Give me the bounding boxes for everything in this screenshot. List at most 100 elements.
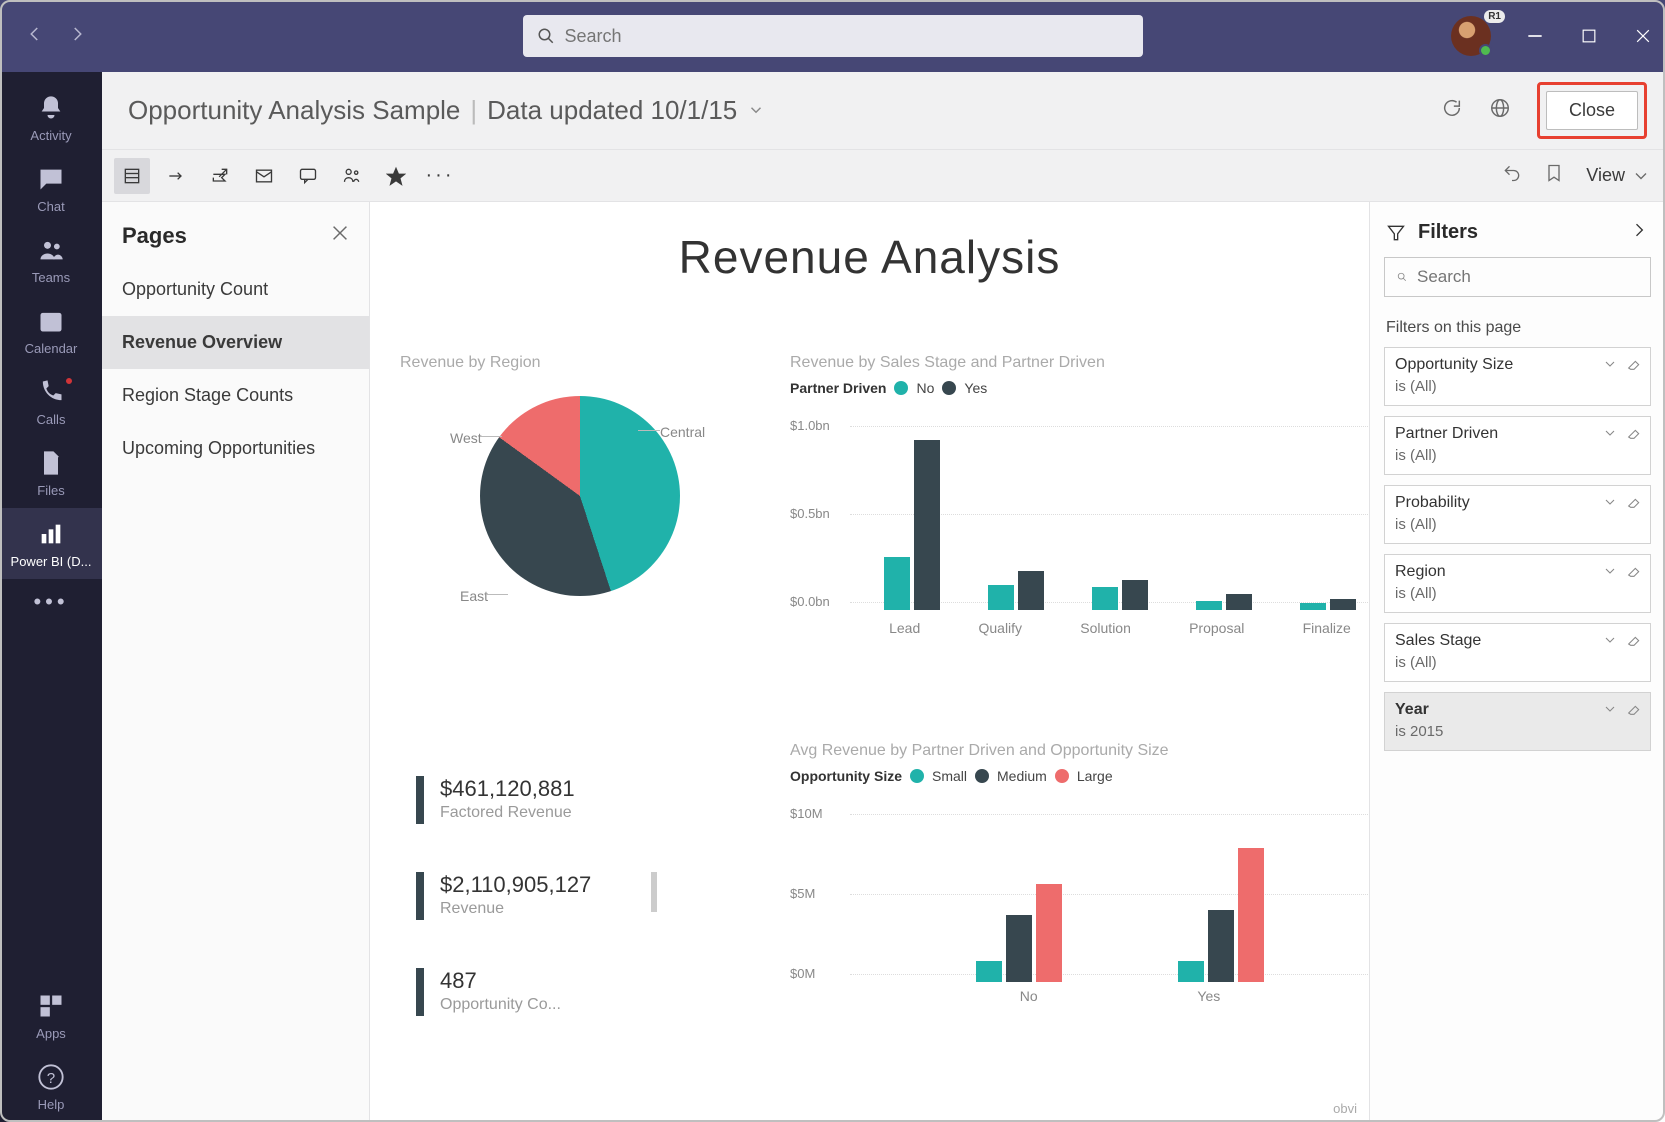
global-search[interactable] [523,15,1143,57]
rail-calls[interactable]: Calls [0,366,102,437]
subscribe-button[interactable] [246,158,282,194]
main-area: Opportunity Analysis Sample | Data updat… [102,72,1665,1122]
rail-label: Calendar [25,341,78,356]
rail-powerbi[interactable]: Power BI (D... [0,508,102,579]
report-toolbar: ··· View [102,150,1665,202]
svg-text:?: ? [47,1070,55,1087]
chevron-down-icon [1602,701,1618,717]
chevron-down-icon [1602,494,1618,510]
rail-label: Help [38,1097,65,1112]
close-highlight: Close [1537,82,1647,139]
pie-label-east: East [460,588,488,604]
kpi-card[interactable]: 487Opportunity Co... [416,968,746,1016]
window-maximize-button[interactable] [1579,26,1599,46]
chevron-down-icon [1602,632,1618,648]
page-item[interactable]: Opportunity Count [102,263,369,316]
search-icon [1397,268,1407,286]
more-options-button[interactable]: ··· [422,158,458,194]
pie-chart[interactable]: Revenue by Region Central West East [400,354,760,596]
pie-graphic [480,396,680,596]
favorite-button[interactable] [378,158,414,194]
pages-close-button[interactable] [329,222,351,249]
chart-title: Revenue by Sales Stage and Partner Drive… [790,354,1369,372]
presence-indicator [1479,44,1492,57]
app-rail: Activity Chat Teams Calendar Calls Files… [0,72,102,1122]
refresh-button[interactable] [1441,97,1463,124]
bar-chart-avg[interactable]: Avg Revenue by Partner Driven and Opport… [790,742,1369,1012]
bookmark-button[interactable] [1544,163,1564,188]
filter-card[interactable]: Regionis (All) [1384,554,1651,613]
teams-chat-button[interactable] [334,158,370,194]
rail-apps[interactable]: Apps [0,980,102,1051]
eraser-icon [1626,356,1642,372]
search-input[interactable] [565,26,1129,47]
filters-search[interactable] [1384,257,1651,297]
filter-card[interactable]: Yearis 2015 [1384,692,1651,751]
report-title-group[interactable]: Opportunity Analysis Sample | Data updat… [128,95,765,126]
rail-help[interactable]: ? Help [0,1051,102,1122]
notification-dot [64,376,74,386]
chart-legend: Opportunity Size Small Medium Large [790,768,1369,784]
pages-panel: Pages Opportunity Count Revenue Overview… [102,202,370,1122]
pages-pane-toggle[interactable] [114,158,150,194]
bar-chart-stage[interactable]: Revenue by Sales Stage and Partner Drive… [790,354,1369,644]
filters-panel: Filters Filters on this page Opportunity… [1369,202,1665,1122]
filters-search-input[interactable] [1417,267,1638,287]
undo-button[interactable] [1502,163,1522,188]
close-button[interactable]: Close [1546,91,1638,130]
rail-label: Files [37,483,64,498]
page-item[interactable]: Revenue Overview [102,316,369,369]
filter-card[interactable]: Partner Drivenis (All) [1384,416,1651,475]
eraser-icon [1626,425,1642,441]
kpi-card[interactable]: $461,120,881Factored Revenue [416,776,746,824]
eraser-icon [1626,563,1642,579]
rail-label: Teams [32,270,70,285]
report-name: Opportunity Analysis Sample [128,95,460,126]
filters-collapse-button[interactable] [1629,220,1649,245]
rail-files[interactable]: Files [0,437,102,508]
rail-activity[interactable]: Activity [0,82,102,153]
comment-button[interactable] [290,158,326,194]
title-bar: R1 [0,0,1665,72]
filter-card[interactable]: Opportunity Sizeis (All) [1384,347,1651,406]
avatar-badge: R1 [1484,10,1505,23]
globe-button[interactable] [1489,97,1511,124]
window-close-button[interactable] [1633,26,1653,46]
view-dropdown[interactable]: View [1586,165,1651,186]
filter-icon [1386,223,1406,243]
rail-more[interactable]: ••• [33,579,68,625]
reset-button[interactable] [158,158,194,194]
rail-label: Activity [30,128,71,143]
chart-legend: Partner Driven No Yes [790,380,1369,396]
pages-title: Pages [122,223,187,249]
forward-button[interactable] [68,25,86,48]
report-header: Opportunity Analysis Sample | Data updat… [102,72,1665,150]
rail-label: Chat [37,199,64,214]
filter-card[interactable]: Sales Stageis (All) [1384,623,1651,682]
avatar[interactable]: R1 [1451,16,1491,56]
chevron-down-icon [1602,425,1618,441]
eraser-icon [1626,632,1642,648]
rail-label: Apps [36,1026,66,1041]
rail-label: Power BI (D... [11,554,92,569]
kpi-card[interactable]: $2,110,905,127Revenue [416,872,746,920]
filters-title: Filters [1418,221,1478,244]
filter-card[interactable]: Probabilityis (All) [1384,485,1651,544]
page-item[interactable]: Upcoming Opportunities [102,422,369,475]
chart-title: Avg Revenue by Partner Driven and Opport… [790,742,1369,760]
rail-label: Calls [37,412,66,427]
share-button[interactable] [202,158,238,194]
chevron-down-icon [747,95,765,126]
page-title: Revenue Analysis [370,230,1369,284]
rail-teams[interactable]: Teams [0,224,102,295]
chevron-down-icon [1602,563,1618,579]
report-subtitle: Data updated 10/1/15 [487,95,737,126]
chevron-down-icon [1602,356,1618,372]
report-canvas: Revenue Analysis Revenue by Region Centr… [370,202,1369,1122]
back-button[interactable] [26,25,44,48]
window-minimize-button[interactable] [1525,26,1545,46]
rail-chat[interactable]: Chat [0,153,102,224]
page-item[interactable]: Region Stage Counts [102,369,369,422]
rail-calendar[interactable]: Calendar [0,295,102,366]
pie-label-west: West [450,430,482,446]
